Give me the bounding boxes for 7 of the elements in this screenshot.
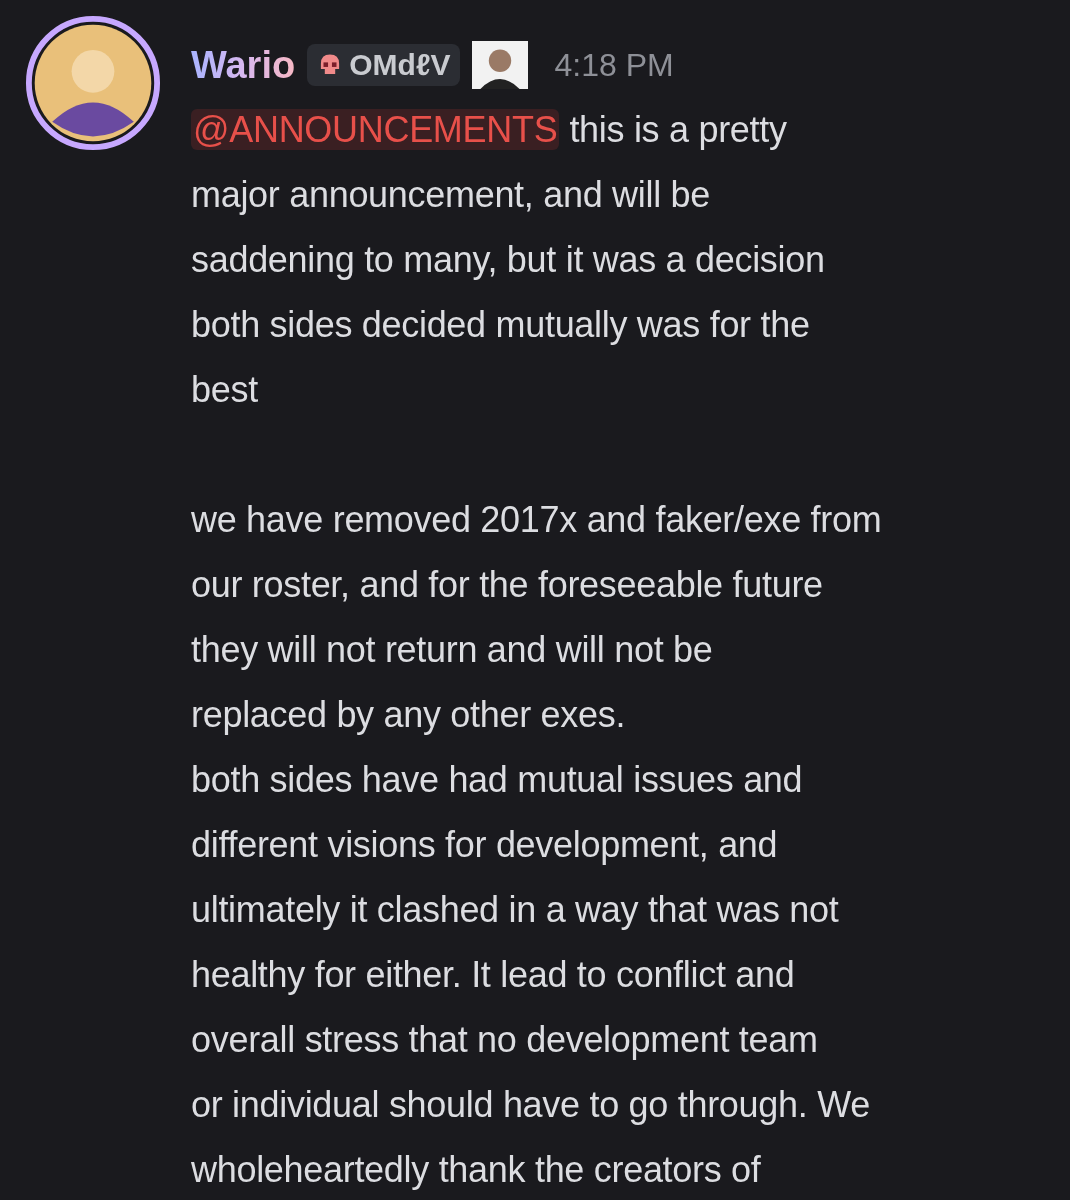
avatar[interactable]: [25, 15, 161, 151]
role-mention[interactable]: @ANNOUNCEMENTS: [191, 109, 560, 150]
message-paragraph: @ANNOUNCEMENTS this is a pretty major announcement, and will be saddening to many, but it was a decision both sides decided mutually was for the best: [191, 108, 826, 412]
message-paragraph: both sides have had mutual issues and different visions for development, and ultimately it clashed in a way that was not healthy for either. It lead to conflict and overall stress that no development team or individual should have to go through. We wholeheartedly thank the creators of: [191, 758, 871, 1192]
role-tag-text: OMdℓV: [349, 48, 451, 82]
message-paragraph: we have removed 2017x and faker/exe from our roster, and for the foreseeable future they will not return and will not be replaced by any other exes.: [191, 498, 882, 737]
timestamp: 4:18 PM: [554, 46, 674, 84]
